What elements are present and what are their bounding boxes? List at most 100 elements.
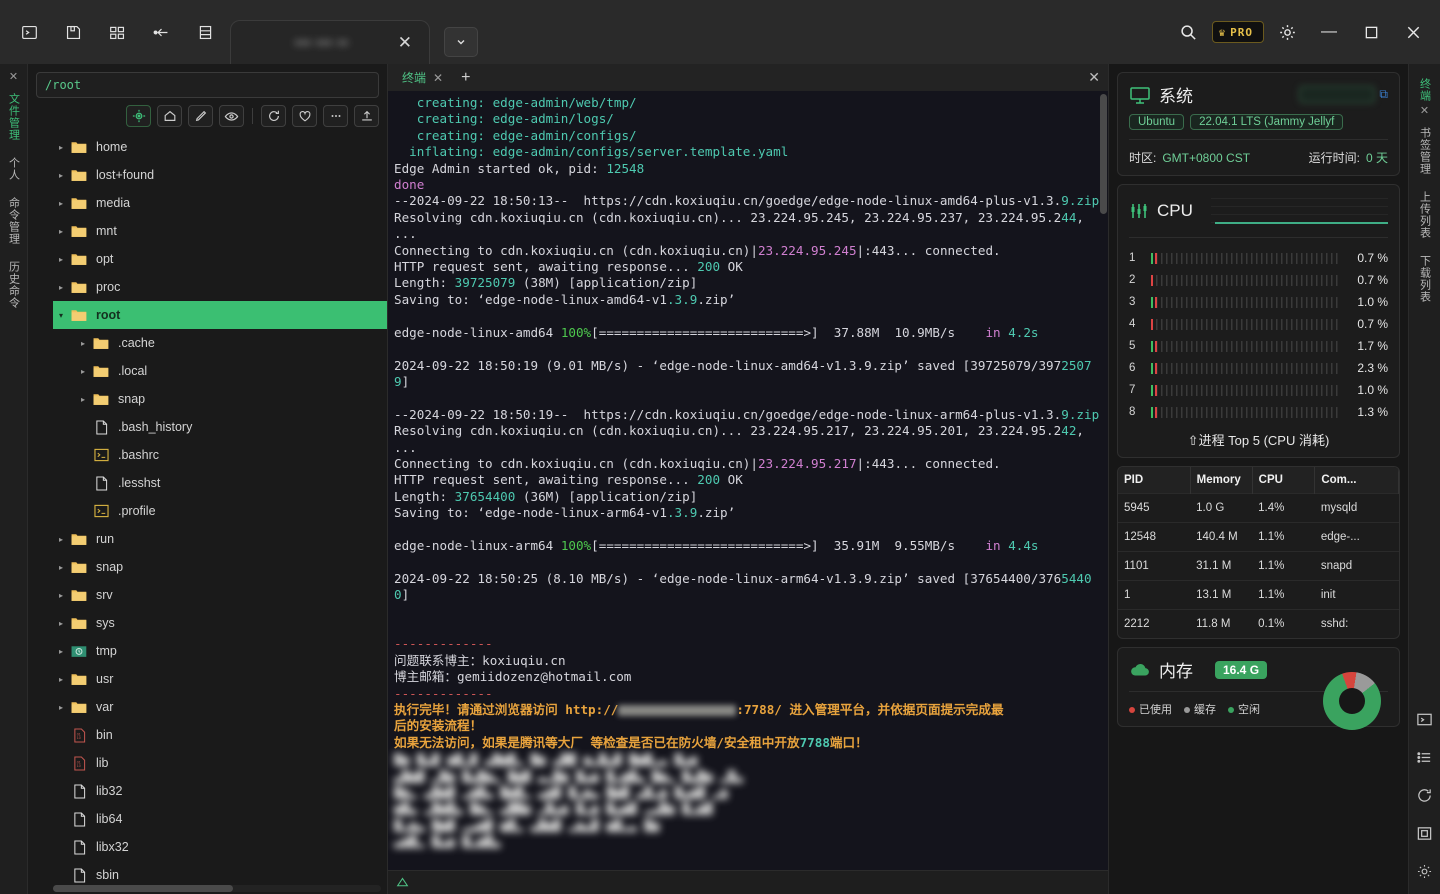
session-tab[interactable]: ••• ••• •• ✕ bbox=[230, 20, 430, 64]
tab-dropdown-button[interactable] bbox=[444, 27, 478, 57]
chevron-right-icon[interactable]: ▸ bbox=[53, 283, 69, 292]
chevron-right-icon[interactable]: ▸ bbox=[75, 395, 91, 404]
table-row[interactable]: 110131.1 M1.1%snapd bbox=[1118, 552, 1399, 581]
edit-path-button[interactable] bbox=[188, 105, 213, 127]
favorite-button[interactable] bbox=[292, 105, 317, 127]
tree-item-sys[interactable]: ▸sys bbox=[53, 609, 387, 637]
tree-item-snap[interactable]: ▸snap bbox=[53, 553, 387, 581]
new-terminal-tab-button[interactable]: + bbox=[461, 69, 470, 87]
tree-item-lost-found[interactable]: ▸lost+found bbox=[53, 161, 387, 189]
tree-item-srv[interactable]: ▸srv bbox=[53, 581, 387, 609]
home-button[interactable] bbox=[157, 105, 182, 127]
chevron-right-icon[interactable]: ▸ bbox=[53, 647, 69, 656]
process-column-header[interactable]: Com... bbox=[1315, 467, 1399, 494]
locate-button[interactable] bbox=[126, 105, 151, 127]
terminal-tab-bar: 终端 ✕ + ✕ bbox=[388, 64, 1108, 91]
settings-gear-icon[interactable] bbox=[1414, 860, 1436, 882]
tree-item-var[interactable]: ▸var bbox=[53, 693, 387, 721]
refresh-button[interactable] bbox=[261, 105, 286, 127]
chevron-right-icon[interactable]: ▸ bbox=[75, 367, 91, 376]
chevron-right-icon[interactable]: ▸ bbox=[53, 591, 69, 600]
table-row[interactable]: 113.1 M1.1%init bbox=[1118, 581, 1399, 610]
terminal-tab[interactable]: 终端 ✕ bbox=[396, 69, 449, 86]
tree-item--cache[interactable]: ▸.cache bbox=[53, 329, 387, 357]
tree-item--local[interactable]: ▸.local bbox=[53, 357, 387, 385]
table-row[interactable]: 12548140.4 M1.1%edge-... bbox=[1118, 523, 1399, 552]
tree-item-root[interactable]: ▾root bbox=[53, 301, 387, 329]
tree-item-mnt[interactable]: ▸mnt bbox=[53, 217, 387, 245]
terminal-pane-close-icon[interactable]: ✕ bbox=[1088, 69, 1100, 86]
refresh-icon[interactable] bbox=[1414, 784, 1436, 806]
session-tab-close-icon[interactable]: ✕ bbox=[395, 33, 415, 53]
chevron-right-icon[interactable]: ▸ bbox=[53, 675, 69, 684]
rail-item-terminal[interactable]: 终端 bbox=[1417, 70, 1433, 104]
maximize-button[interactable] bbox=[1352, 13, 1390, 51]
chevron-right-icon[interactable]: ▸ bbox=[53, 255, 69, 264]
copy-icon[interactable]: ⧉ bbox=[1379, 87, 1388, 102]
minimize-button[interactable]: — bbox=[1310, 13, 1348, 51]
tree-item-media[interactable]: ▸media bbox=[53, 189, 387, 217]
process-column-header[interactable]: Memory bbox=[1190, 467, 1252, 494]
file-tree[interactable]: ▸home▸lost+found▸media▸mnt▸opt▸proc▾root… bbox=[28, 133, 387, 894]
server-list-icon[interactable] bbox=[190, 17, 220, 47]
rail-item-download-list[interactable]: 下载列表 bbox=[1417, 247, 1433, 311]
chevron-down-icon[interactable]: ▾ bbox=[53, 311, 69, 320]
tree-item-opt[interactable]: ▸opt bbox=[53, 245, 387, 273]
snapshot-icon[interactable] bbox=[1414, 822, 1436, 844]
chevron-right-icon[interactable]: ▸ bbox=[53, 535, 69, 544]
chevron-right-icon[interactable]: ▸ bbox=[53, 171, 69, 180]
rail-item-file-manager[interactable]: 文件管理 bbox=[6, 85, 22, 149]
terminal-scrollbar[interactable] bbox=[1100, 94, 1107, 214]
upload-button[interactable] bbox=[354, 105, 379, 127]
chevron-right-icon[interactable]: ▸ bbox=[75, 339, 91, 348]
tree-item--lesshst[interactable]: .lesshst bbox=[53, 469, 387, 497]
tree-item-bin[interactable]: 0110bin bbox=[53, 721, 387, 749]
process-column-header[interactable]: CPU bbox=[1252, 467, 1315, 494]
chevron-right-icon[interactable]: ▸ bbox=[53, 563, 69, 572]
save-icon[interactable] bbox=[58, 17, 88, 47]
rail-item-personal[interactable]: 个人 bbox=[6, 149, 22, 189]
tree-item-tmp[interactable]: ▸tmp bbox=[53, 637, 387, 665]
layout-grid-icon[interactable] bbox=[102, 17, 132, 47]
table-row[interactable]: 221211.8 M0.1%sshd: bbox=[1118, 610, 1399, 639]
rail-item-upload-list[interactable]: 上传列表 bbox=[1417, 183, 1433, 247]
rail-item-command-manager[interactable]: 命令管理 bbox=[6, 189, 22, 253]
table-row[interactable]: 59451.0 G1.4%mysqld bbox=[1118, 494, 1399, 523]
tree-item-libx32[interactable]: libx32 bbox=[53, 833, 387, 861]
search-icon[interactable] bbox=[1170, 13, 1208, 51]
tree-item--bash-history[interactable]: .bash_history bbox=[53, 413, 387, 441]
chevron-right-icon[interactable]: ▸ bbox=[53, 143, 69, 152]
chevron-right-icon[interactable]: ▸ bbox=[53, 703, 69, 712]
tree-item-usr[interactable]: ▸usr bbox=[53, 665, 387, 693]
terminal-icon[interactable] bbox=[14, 17, 44, 47]
list-icon[interactable] bbox=[1414, 746, 1436, 768]
right-rail-close-icon[interactable]: ✕ bbox=[1420, 104, 1429, 117]
file-tree-scrollbar[interactable] bbox=[53, 885, 233, 892]
process-column-header[interactable]: PID bbox=[1118, 467, 1190, 494]
tree-item-lib[interactable]: 0110lib bbox=[53, 749, 387, 777]
rail-item-bookmarks[interactable]: 书签管理 bbox=[1417, 119, 1433, 183]
terminal-tab-close-icon[interactable]: ✕ bbox=[433, 71, 443, 85]
close-window-button[interactable] bbox=[1394, 13, 1432, 51]
more-button[interactable] bbox=[323, 105, 348, 127]
pro-badge[interactable]: ♛ PRO bbox=[1212, 21, 1265, 43]
tree-item-home[interactable]: ▸home bbox=[53, 133, 387, 161]
split-pane-icon[interactable] bbox=[146, 17, 176, 47]
tree-item--bashrc[interactable]: .bashrc bbox=[53, 441, 387, 469]
tree-item-snap[interactable]: ▸snap bbox=[53, 385, 387, 413]
tree-item-run[interactable]: ▸run bbox=[53, 525, 387, 553]
console-icon[interactable] bbox=[1414, 708, 1436, 730]
show-hidden-button[interactable] bbox=[219, 105, 244, 127]
left-rail-close-icon[interactable]: ✕ bbox=[9, 70, 18, 83]
gear-icon[interactable] bbox=[1268, 13, 1306, 51]
chevron-right-icon[interactable]: ▸ bbox=[53, 227, 69, 236]
tree-item-lib32[interactable]: lib32 bbox=[53, 777, 387, 805]
tree-item-proc[interactable]: ▸proc bbox=[53, 273, 387, 301]
tree-item-lib64[interactable]: lib64 bbox=[53, 805, 387, 833]
chevron-right-icon[interactable]: ▸ bbox=[53, 619, 69, 628]
terminal-output[interactable]: creating: edge-admin/web/tmp/ creating: … bbox=[388, 91, 1108, 870]
chevron-right-icon[interactable]: ▸ bbox=[53, 199, 69, 208]
path-input[interactable]: /root bbox=[36, 72, 379, 98]
tree-item--profile[interactable]: .profile bbox=[53, 497, 387, 525]
rail-item-history-commands[interactable]: 历史命令 bbox=[6, 253, 22, 317]
